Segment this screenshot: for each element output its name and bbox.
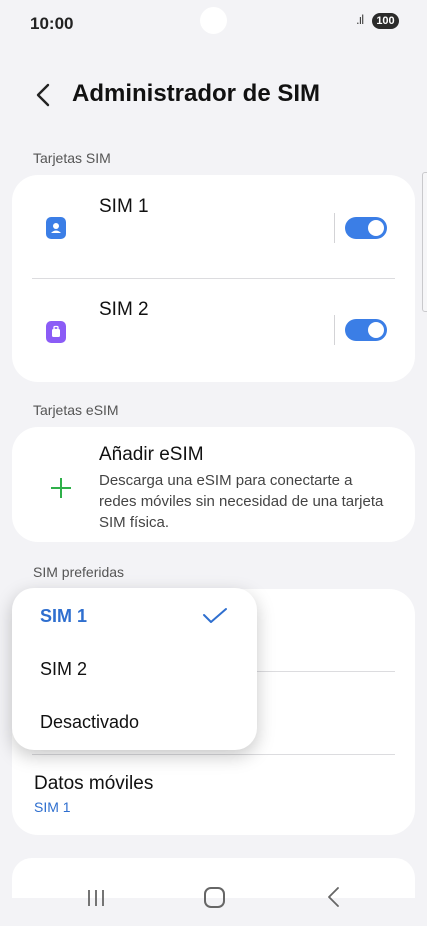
sim-cards-card: SIM 1 SIM 2	[12, 175, 415, 382]
scroll-handle[interactable]	[422, 172, 427, 312]
add-esim-card[interactable]: Añadir eSIM Descarga una eSIM para conec…	[12, 427, 415, 542]
dropdown-option-off[interactable]: Desactivado	[40, 712, 139, 733]
sim-2-toggle[interactable]	[345, 319, 387, 341]
section-label-preferred: SIM preferidas	[33, 564, 125, 580]
sim-1-label: SIM 1	[99, 196, 149, 217]
divider	[334, 315, 335, 345]
sim-2-row[interactable]: SIM 2	[12, 279, 415, 382]
battery-icon: 100	[372, 13, 399, 29]
nav-back-icon[interactable]	[326, 886, 342, 908]
divider	[334, 213, 335, 243]
mobile-data-row[interactable]: Datos móviles SIM 1	[12, 755, 415, 835]
check-icon	[203, 608, 227, 623]
home-icon[interactable]	[204, 887, 225, 908]
mobile-data-label: Datos móviles	[34, 773, 154, 794]
camera-cutout	[200, 7, 227, 34]
page-title: Administrador de SIM	[72, 80, 321, 107]
add-esim-title: Añadir eSIM	[99, 444, 204, 465]
sim-1-row[interactable]: SIM 1	[12, 175, 415, 278]
divider	[242, 671, 395, 672]
add-esim-description: Descarga una eSIM para conectarte a rede…	[99, 472, 384, 531]
dropdown-option-sim-2[interactable]: SIM 2	[40, 659, 87, 680]
dropdown-option-sim-1[interactable]: SIM 1	[40, 606, 87, 627]
mobile-data-value: SIM 1	[34, 799, 71, 815]
sim-card-icon	[46, 321, 66, 343]
back-arrow-icon[interactable]	[32, 80, 58, 110]
add-icon	[51, 478, 71, 498]
signal-icon: .ıl	[356, 12, 364, 27]
sim-dropdown-menu: SIM 1 SIM 2 Desactivado	[12, 588, 257, 750]
section-label-sim-cards: Tarjetas SIM	[33, 150, 111, 166]
sim-1-toggle[interactable]	[345, 217, 387, 239]
recent-apps-icon[interactable]	[86, 888, 106, 908]
section-label-esim: Tarjetas eSIM	[33, 402, 119, 418]
status-time: 10:00	[30, 14, 74, 33]
sim-2-label: SIM 2	[99, 299, 149, 320]
sim-card-icon	[46, 217, 66, 239]
